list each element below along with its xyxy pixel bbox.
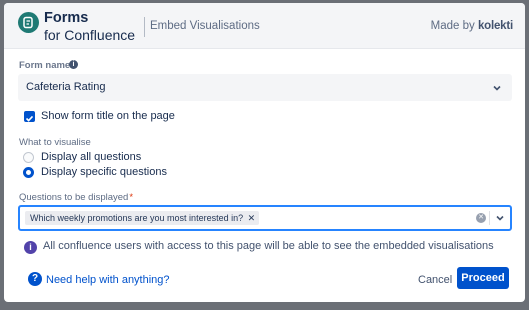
kolekti-logo: kolekti [477,20,513,32]
help-link[interactable]: Need help with anything? [46,274,170,286]
show-title-checkbox[interactable] [24,111,35,122]
radio-all-questions[interactable] [23,152,34,163]
questions-label-text: Questions to be displayed [19,192,129,203]
made-by-label: Made by [430,20,475,32]
questions-multiselect[interactable]: Which weekly promotions are you most int… [18,205,512,231]
visualise-label: What to visualise [19,137,91,148]
question-icon[interactable]: ? [28,272,42,286]
form-name-select[interactable]: Cafeteria Rating [18,74,512,101]
remove-tag-icon[interactable]: ✕ [248,211,256,225]
info-icon: i [24,241,37,254]
modal-title: Embed Visualisations [150,20,260,32]
check-icon [25,115,34,122]
proceed-button[interactable]: Proceed [457,267,509,289]
question-tag: Which weekly promotions are you most int… [25,211,260,225]
brand-name: Forms for Confluence [44,10,135,44]
required-marker: * [129,192,134,203]
select-divider [489,211,490,225]
show-title-label: Show form title on the page [41,110,175,122]
chevron-down-icon [493,85,501,91]
chevron-down-icon[interactable] [495,213,505,223]
questions-label: Questions to be displayed* [19,192,133,203]
radio-specific-questions[interactable] [23,167,34,178]
modal-header: Forms for Confluence Embed Visualisation… [4,3,525,49]
form-name-label: Form name* [19,60,75,71]
option-specific-questions: Display specific questions [41,166,167,178]
cancel-button[interactable]: Cancel [418,274,452,286]
brand-line1: Forms [44,10,89,26]
forms-logo-icon [18,12,39,33]
header-divider [144,17,145,37]
embed-modal: Forms for Confluence Embed Visualisation… [4,3,525,302]
form-name-label-text: Form name [19,60,71,71]
clear-icon[interactable]: ✕ [476,213,486,223]
form-name-value: Cafeteria Rating [26,81,106,93]
option-all-questions: Display all questions [41,151,142,163]
made-by: Made by kolekti [430,20,514,32]
visibility-note: All confluence users with access to this… [43,240,494,252]
info-icon[interactable]: i [69,60,78,69]
brand-line2: for Confluence [44,27,136,43]
question-tag-label: Which weekly promotions are you most int… [30,213,244,223]
